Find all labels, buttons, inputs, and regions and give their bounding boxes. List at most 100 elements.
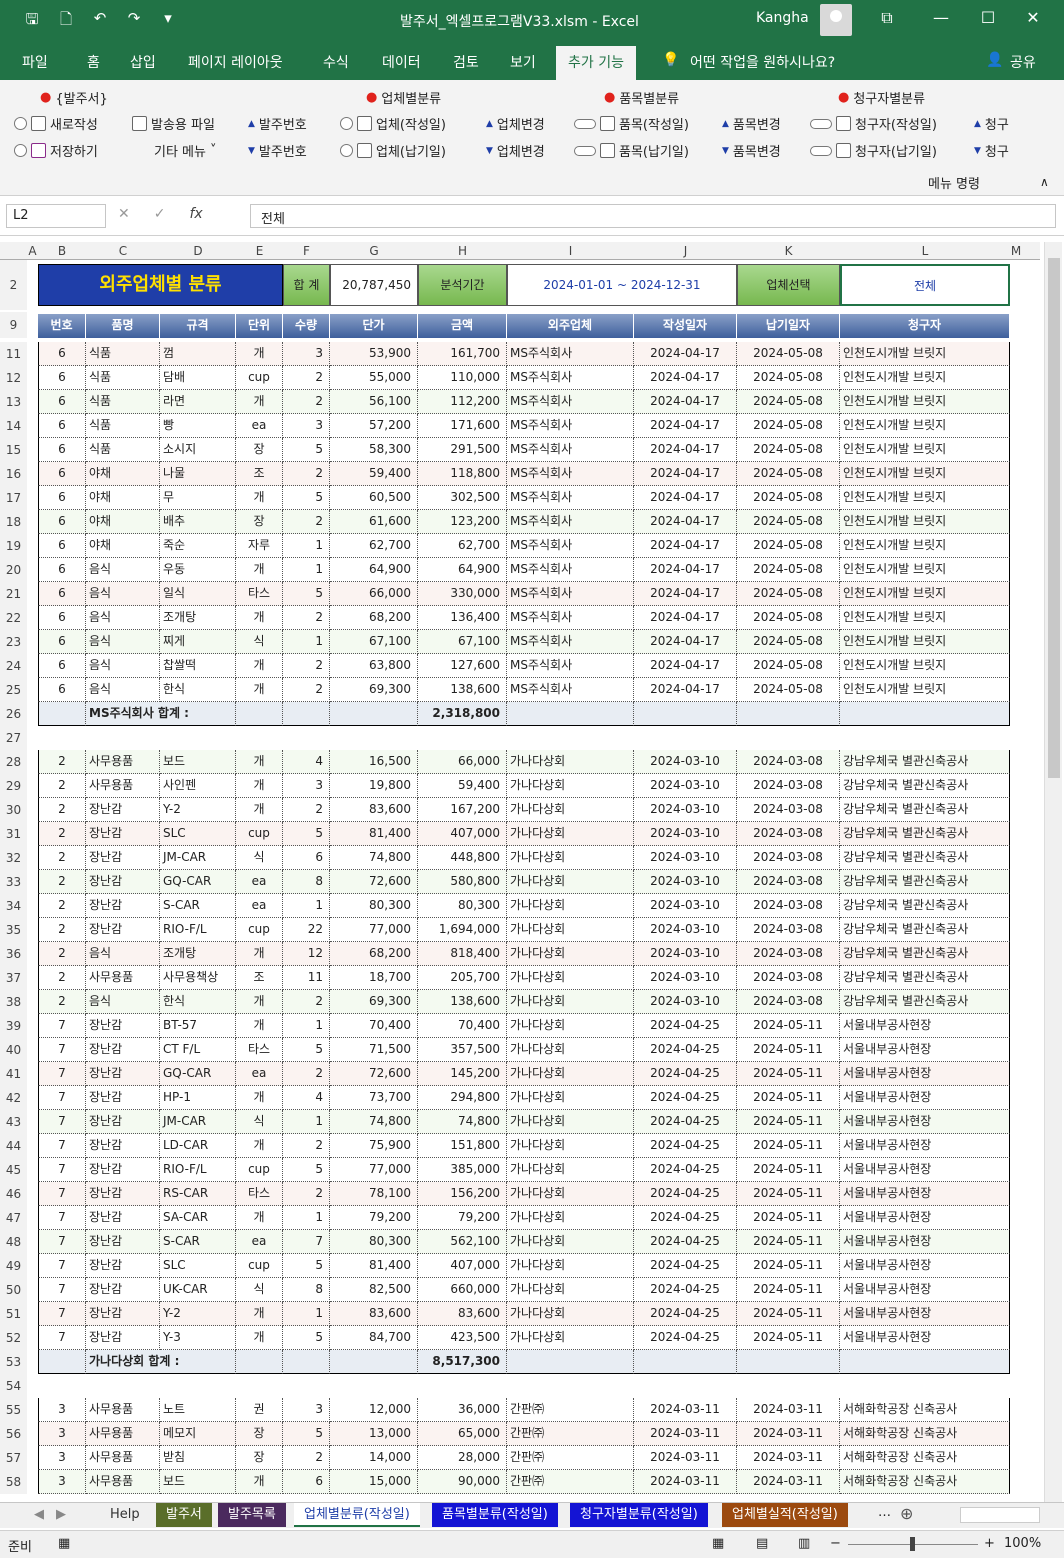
table-cell[interactable]: 7 <box>38 1086 86 1110</box>
enter-icon[interactable]: ✓ <box>154 206 166 222</box>
table-cell[interactable]: 55,000 <box>330 366 418 390</box>
table-cell[interactable]: 찌게 <box>160 630 236 654</box>
table-cell[interactable]: 받침 <box>160 1446 236 1470</box>
table-cell[interactable]: 권 <box>236 1398 283 1422</box>
table-cell[interactable]: 가나다상회 <box>507 966 634 990</box>
table-cell[interactable]: 2024-05-11 <box>737 1014 840 1038</box>
avatar[interactable] <box>820 4 852 36</box>
row-header[interactable]: 26 <box>0 702 27 726</box>
row-header[interactable]: 30 <box>0 798 27 822</box>
table-cell[interactable]: GQ-CAR <box>160 870 236 894</box>
table-cell[interactable]: 2024-04-25 <box>634 1230 737 1254</box>
row-header[interactable]: 33 <box>0 870 27 894</box>
table-cell[interactable]: 한식 <box>160 990 236 1014</box>
tab-review[interactable]: 검토 <box>453 52 479 72</box>
table-cell[interactable]: BT-57 <box>160 1014 236 1038</box>
vendor-written-button[interactable]: 업체(작성일) <box>340 114 446 133</box>
table-cell[interactable]: 5 <box>283 1158 330 1182</box>
row-header[interactable]: 45 <box>0 1158 27 1182</box>
table-cell[interactable]: 사인펜 <box>160 774 236 798</box>
table-cell[interactable]: RIO-F/L <box>160 918 236 942</box>
table-cell[interactable]: 2024-03-10 <box>634 942 737 966</box>
table-cell[interactable]: cup <box>236 822 283 846</box>
table-cell[interactable]: JM-CAR <box>160 1110 236 1134</box>
row-header[interactable]: 47 <box>0 1206 27 1230</box>
row-header[interactable]: 27 <box>0 726 27 750</box>
table-cell[interactable]: 사무용품 <box>86 750 160 774</box>
table-cell[interactable]: 65,000 <box>418 1422 507 1446</box>
table-cell[interactable]: 가나다상회 <box>507 1038 634 1062</box>
table-cell[interactable]: 2024-05-08 <box>737 462 840 486</box>
table-cell[interactable]: 서해화학공장 신축공사 <box>840 1398 1010 1422</box>
table-cell[interactable]: 조 <box>236 462 283 486</box>
table-cell[interactable]: 개 <box>236 606 283 630</box>
table-cell[interactable]: 일식 <box>160 582 236 606</box>
table-cell[interactable]: 2024-04-25 <box>634 1062 737 1086</box>
table-cell[interactable]: 장난감 <box>86 1278 160 1302</box>
row-header[interactable]: 12 <box>0 366 27 390</box>
table-cell[interactable]: 3 <box>38 1422 86 1446</box>
table-cell[interactable]: MS주식회사 <box>507 678 634 702</box>
table-cell[interactable]: 77,000 <box>330 918 418 942</box>
table-cell[interactable]: 138,600 <box>418 678 507 702</box>
table-cell[interactable]: 69,300 <box>330 990 418 1014</box>
table-cell[interactable]: 개 <box>236 390 283 414</box>
row-header[interactable]: 22 <box>0 606 27 630</box>
user-name[interactable]: Kangha <box>756 10 809 26</box>
table-cell[interactable]: 2 <box>38 822 86 846</box>
table-cell[interactable]: MS주식회사 <box>507 582 634 606</box>
table-cell[interactable]: 123,200 <box>418 510 507 534</box>
table-cell[interactable]: 4 <box>283 750 330 774</box>
table-cell[interactable]: 간판㈜ <box>507 1398 634 1422</box>
table-cell[interactable]: 167,200 <box>418 798 507 822</box>
table-cell[interactable]: 야채 <box>86 510 160 534</box>
table-cell[interactable]: 장난감 <box>86 1302 160 1326</box>
table-cell[interactable]: 8 <box>283 870 330 894</box>
table-cell[interactable]: 강남우체국 별관신축공사 <box>840 870 1010 894</box>
table-cell[interactable]: 2024-03-08 <box>737 846 840 870</box>
table-cell[interactable]: 6 <box>38 534 86 558</box>
table-cell[interactable]: 151,800 <box>418 1134 507 1158</box>
table-cell[interactable]: 58,300 <box>330 438 418 462</box>
table-cell[interactable]: 7 <box>38 1038 86 1062</box>
table-cell[interactable]: 2 <box>283 990 330 1014</box>
table-cell[interactable]: 인천도시개발 브릿지 <box>840 558 1010 582</box>
table-cell[interactable]: 인천도시개발 브릿지 <box>840 510 1010 534</box>
row-header[interactable]: 53 <box>0 1350 27 1374</box>
table-cell[interactable]: 음식 <box>86 582 160 606</box>
table-cell[interactable]: 무 <box>160 486 236 510</box>
row-header[interactable]: 52 <box>0 1326 27 1350</box>
table-cell[interactable]: 2024-05-11 <box>737 1062 840 1086</box>
tab-file[interactable]: 파일 <box>22 52 48 72</box>
table-cell[interactable]: 59,400 <box>330 462 418 486</box>
table-cell[interactable]: 식 <box>236 1278 283 1302</box>
table-cell[interactable]: 2024-03-10 <box>634 822 737 846</box>
table-cell[interactable]: 가나다상회 <box>507 774 634 798</box>
table-cell[interactable]: 7 <box>38 1062 86 1086</box>
row-header[interactable]: 58 <box>0 1470 27 1494</box>
table-cell[interactable]: 61,600 <box>330 510 418 534</box>
table-cell[interactable]: 112,200 <box>418 390 507 414</box>
table-cell[interactable]: 2024-05-11 <box>737 1038 840 1062</box>
table-cell[interactable]: 장 <box>236 438 283 462</box>
table-cell[interactable]: 장 <box>236 1422 283 1446</box>
table-cell[interactable]: 식 <box>236 846 283 870</box>
table-cell[interactable]: 5 <box>283 1326 330 1350</box>
table-cell[interactable]: 7 <box>38 1134 86 1158</box>
collapse-ribbon-icon[interactable]: ∧ <box>1040 175 1049 189</box>
table-cell[interactable]: 인천도시개발 브릿지 <box>840 534 1010 558</box>
table-cell[interactable]: 야채 <box>86 462 160 486</box>
table-cell[interactable]: 5 <box>283 1038 330 1062</box>
table-cell[interactable]: RS-CAR <box>160 1182 236 1206</box>
table-cell[interactable]: 장난감 <box>86 918 160 942</box>
table-cell[interactable]: 80,300 <box>418 894 507 918</box>
add-sheet-icon[interactable]: ⊕ <box>900 1504 913 1523</box>
table-cell[interactable]: 71,500 <box>330 1038 418 1062</box>
row-header[interactable]: 31 <box>0 822 27 846</box>
claimant-delivery-button[interactable]: 청구자(납기일) <box>810 141 937 160</box>
table-cell[interactable]: 84,700 <box>330 1326 418 1350</box>
row-header[interactable]: 57 <box>0 1446 27 1470</box>
table-cell[interactable]: 음식 <box>86 990 160 1014</box>
row-header[interactable]: 16 <box>0 462 27 486</box>
table-cell[interactable]: 2024-03-08 <box>737 894 840 918</box>
